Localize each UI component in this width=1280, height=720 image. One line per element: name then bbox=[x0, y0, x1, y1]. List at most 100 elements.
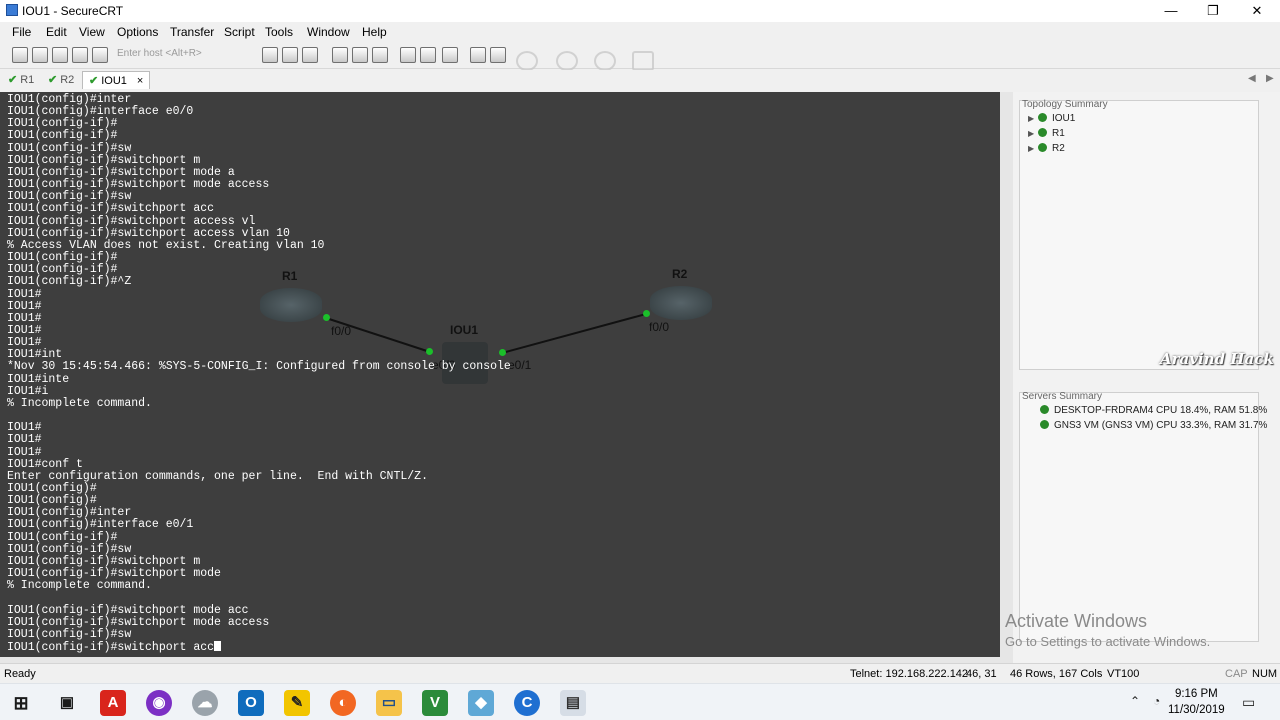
terminal-window[interactable]: R1 R2 IOU1 f0/0 f0/0 e0/0 e0/1 IOU1(conf… bbox=[0, 92, 1000, 657]
media-app-icon[interactable]: ◉ bbox=[146, 690, 172, 716]
terminal-line: IOU1(config-if)#sw bbox=[7, 141, 132, 155]
close-button[interactable]: ✕ bbox=[1234, 0, 1280, 22]
terminal-line: IOU1(config-if)#switchport access vl bbox=[7, 214, 256, 228]
terminal-line: IOU1# bbox=[7, 299, 42, 313]
chrome-like-icon[interactable]: C bbox=[514, 690, 540, 716]
status-emulation: VT100 bbox=[1107, 668, 1140, 680]
topology-summary-title: Topology Summary bbox=[1022, 99, 1108, 110]
node-label-r2: R2 bbox=[672, 267, 688, 281]
vim-icon[interactable]: V bbox=[422, 690, 448, 716]
notification-icon[interactable]: ▭ bbox=[1242, 694, 1255, 711]
tab-iou1[interactable]: ✔ IOU1 × bbox=[82, 71, 151, 89]
terminal-line: IOU1(config-if)#^Z bbox=[7, 275, 132, 289]
tab-scroll-left-icon[interactable]: ◀ bbox=[1248, 73, 1256, 84]
terminal-line: IOU1(config-if)# bbox=[7, 129, 118, 143]
print-screen-icon[interactable] bbox=[372, 47, 388, 63]
print-selection-icon[interactable] bbox=[352, 47, 368, 63]
link-status-dot bbox=[643, 310, 650, 317]
connect-icon[interactable] bbox=[12, 47, 28, 63]
tab-scroll-right-icon[interactable]: ▶ bbox=[1266, 73, 1274, 84]
menu-help[interactable]: Help bbox=[362, 25, 387, 39]
tab-r2[interactable]: ✔ R2 bbox=[42, 71, 80, 89]
sftp-icon[interactable] bbox=[490, 47, 506, 63]
print-icon[interactable] bbox=[332, 47, 348, 63]
menu-options[interactable]: Options bbox=[117, 25, 158, 39]
sticky-notes-icon[interactable]: ✎ bbox=[284, 690, 310, 716]
channel-watermark: Aravind Hack bbox=[1160, 350, 1274, 368]
terminal-scrollbar[interactable] bbox=[1000, 92, 1013, 657]
menu-window[interactable]: Window bbox=[307, 25, 350, 39]
status-green-icon bbox=[1040, 405, 1049, 414]
topology-item-iou1[interactable]: ▶ IOU1 bbox=[1028, 113, 1075, 124]
tab-close-icon[interactable]: × bbox=[137, 75, 143, 87]
file-explorer-icon[interactable]: ▭ bbox=[376, 690, 402, 716]
screenshot-ghost-icon bbox=[632, 51, 654, 71]
expand-arrow-icon[interactable]: ▶ bbox=[1028, 114, 1038, 123]
host-input[interactable]: Enter host <Alt+R> bbox=[114, 46, 254, 63]
taskbar-clock[interactable]: 9:16 PM 11/30/2019 bbox=[1168, 686, 1225, 718]
menu-tools[interactable]: Tools bbox=[265, 25, 293, 39]
task-view-icon[interactable]: ▣ bbox=[54, 690, 80, 716]
connect-tab-icon[interactable] bbox=[52, 47, 68, 63]
wifi-icon[interactable]: ◔ bbox=[1153, 694, 1160, 708]
global-options-icon[interactable] bbox=[420, 47, 436, 63]
outlook-icon[interactable]: O bbox=[238, 690, 264, 716]
firefox-icon[interactable]: ◐ bbox=[330, 690, 356, 716]
expand-arrow-icon[interactable]: ▶ bbox=[1028, 144, 1038, 153]
tab-r1[interactable]: ✔ R1 bbox=[2, 71, 40, 89]
menu-view[interactable]: View bbox=[79, 25, 105, 39]
connected-check-icon: ✔ bbox=[8, 74, 18, 86]
menu-transfer[interactable]: Transfer bbox=[170, 25, 214, 39]
activate-title: Activate Windows bbox=[1005, 611, 1148, 631]
terminal-cursor bbox=[214, 641, 222, 652]
zoom-ghost-icon bbox=[516, 51, 538, 71]
status-caps-lock: CAP bbox=[1225, 668, 1248, 680]
topology-summary-panel: Topology Summary ▶ IOU1 ▶ R1 ▶ R2 bbox=[1019, 99, 1259, 370]
status-terminal-size: 46 Rows, 167 Cols bbox=[1010, 668, 1103, 680]
servers-summary-title: Servers Summary bbox=[1022, 391, 1103, 402]
menu-bar: File Edit View Options Transfer Script T… bbox=[0, 22, 1280, 41]
port-label-r2-f00: f0/0 bbox=[649, 320, 670, 334]
securecrt-taskbar-icon[interactable]: ▤ bbox=[560, 690, 586, 716]
reconnect-icon[interactable] bbox=[72, 47, 88, 63]
window-title: IOU1 - SecureCRT bbox=[22, 4, 124, 18]
status-green-icon bbox=[1038, 128, 1047, 137]
copy-icon[interactable] bbox=[262, 47, 278, 63]
server-item-gns3-vm[interactable]: GNS3 VM (GNS3 VM) CPU 33.3%, RAM 31.7% bbox=[1040, 420, 1267, 431]
acrobat-icon[interactable]: A bbox=[100, 690, 126, 716]
menu-script[interactable]: Script bbox=[224, 25, 255, 39]
terminal-line: IOU1(config-if)#switchport mode acc bbox=[7, 603, 249, 617]
session-options-icon[interactable] bbox=[400, 47, 416, 63]
connected-check-icon: ✔ bbox=[89, 75, 99, 87]
expand-arrow-icon[interactable]: ▶ bbox=[1028, 129, 1038, 138]
server-item-desktop[interactable]: DESKTOP-FRDRAM4 CPU 18.4%, RAM 51.8% bbox=[1040, 405, 1267, 416]
status-green-icon bbox=[1040, 420, 1049, 429]
topology-item-r2[interactable]: ▶ R2 bbox=[1028, 143, 1065, 154]
find-icon[interactable] bbox=[302, 47, 318, 63]
session-tabs: ✔ R1 ✔ R2 ✔ IOU1 × ◀ ▶ bbox=[0, 70, 1280, 90]
key-icon[interactable] bbox=[442, 47, 458, 63]
windows-start-icon[interactable]: ⊞ bbox=[8, 690, 34, 716]
menu-edit[interactable]: Edit bbox=[46, 25, 67, 39]
terminal-line: % Incomplete command. bbox=[7, 579, 152, 593]
link-iou1-r2 bbox=[501, 313, 647, 354]
paste-icon[interactable] bbox=[282, 47, 298, 63]
network-app-icon[interactable]: ☁ bbox=[192, 690, 218, 716]
connected-check-icon: ✔ bbox=[48, 74, 58, 86]
router-r2-icon bbox=[650, 286, 712, 320]
status-connection: Telnet: 192.168.222.142 bbox=[850, 668, 969, 680]
topology-item-r1[interactable]: ▶ R1 bbox=[1028, 128, 1065, 139]
terminal-line: IOU1# bbox=[7, 445, 42, 459]
status-green-icon bbox=[1038, 143, 1047, 152]
menu-file[interactable]: File bbox=[12, 25, 31, 39]
disconnect-icon[interactable] bbox=[92, 47, 108, 63]
terminal-line: IOU1# bbox=[7, 311, 42, 325]
virtualbox-icon[interactable]: ◆ bbox=[468, 690, 494, 716]
quick-connect-icon[interactable] bbox=[32, 47, 48, 63]
terminal-line: IOU1(config)#interface e0/1 bbox=[7, 518, 194, 532]
minimize-button[interactable]: — bbox=[1148, 0, 1194, 22]
restore-button[interactable]: ❐ bbox=[1190, 0, 1236, 22]
help-icon[interactable] bbox=[470, 47, 486, 63]
tray-chevron-icon[interactable]: ⌃ bbox=[1130, 694, 1140, 708]
